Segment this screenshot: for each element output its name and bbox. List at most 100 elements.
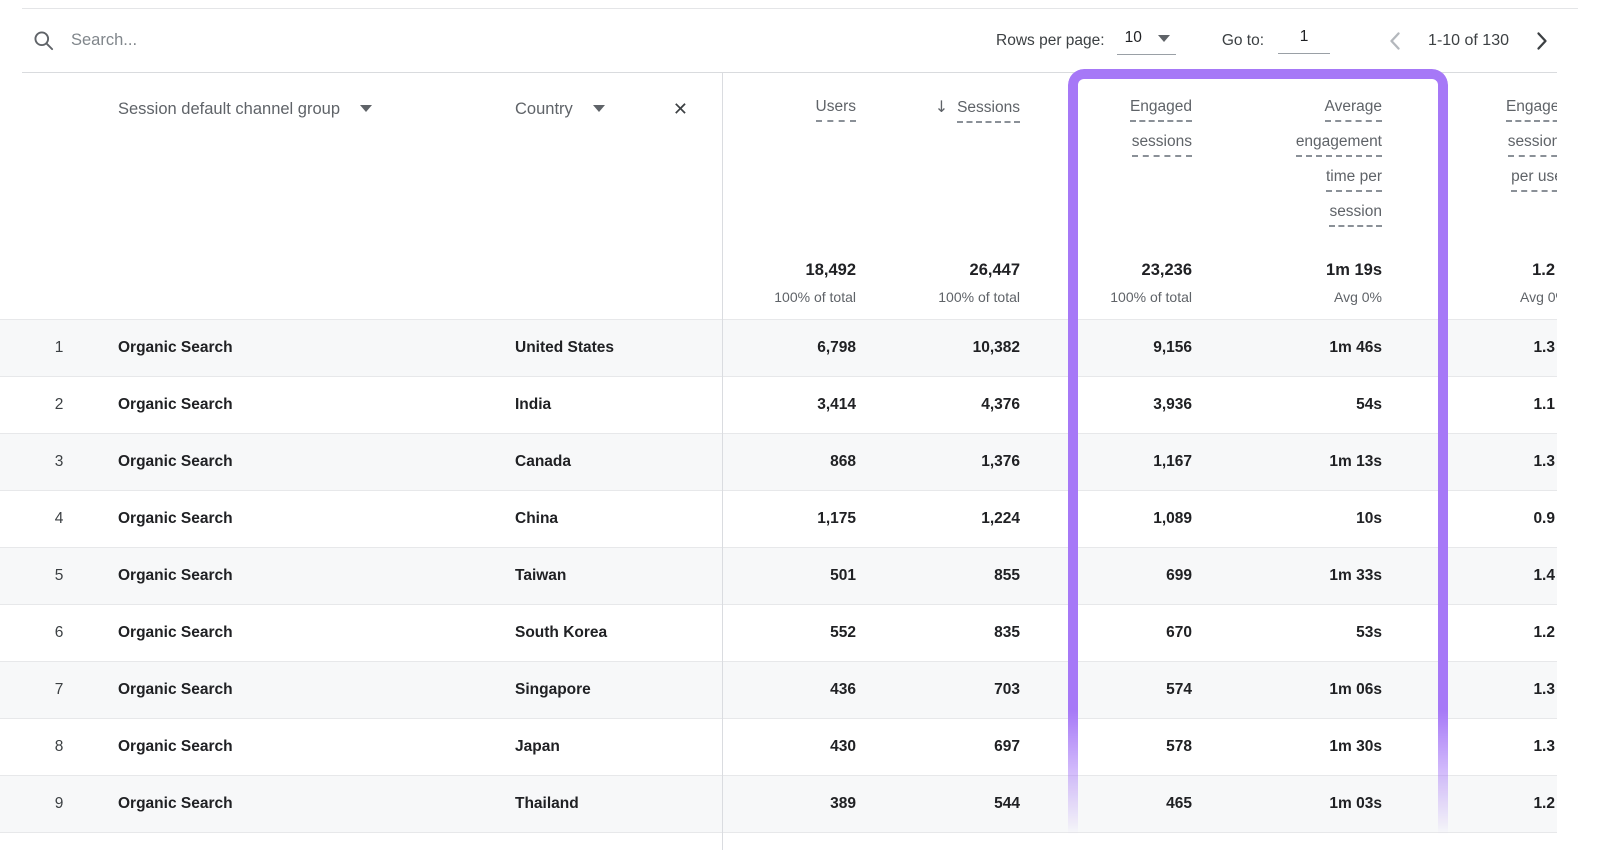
cell-sessions: 1,224: [876, 510, 1040, 528]
cell-engaged-sessions: 465: [1040, 795, 1216, 813]
cell-users: 868: [722, 453, 876, 471]
column-header-avg-engagement-time[interactable]: Average engagement time per session: [1216, 73, 1412, 237]
cell-avg-engagement-time: 1m 46s: [1216, 339, 1412, 357]
cell-engaged-per-user: 1.3: [1412, 681, 1557, 699]
close-icon[interactable]: ✕: [673, 99, 688, 119]
cell-sessions: 703: [876, 681, 1040, 699]
cell-users: 1,175: [722, 510, 876, 528]
users-header-label: Users: [816, 97, 856, 122]
search-input[interactable]: [71, 31, 471, 50]
table-row: 6 Organic Search South Korea 552 835 670…: [0, 604, 1557, 661]
cell-avg-engagement-time: 1m 03s: [1216, 795, 1412, 813]
channel-group-header-dropdown[interactable]: Session default channel group: [118, 73, 500, 237]
cell-avg-engagement-time: 1m 13s: [1216, 453, 1412, 471]
cell-engaged-sessions: 670: [1040, 624, 1216, 642]
index-column-header: [0, 73, 118, 237]
page-range: 1-10 of 130: [1428, 32, 1509, 50]
sessions-header-label: Sessions: [957, 98, 1020, 123]
cell-country: United States: [500, 339, 722, 357]
table-toolbar: Rows per page: 10 Go to: 1-10 of 130: [22, 9, 1557, 73]
cell-channel: Organic Search: [118, 681, 500, 699]
row-index: 3: [0, 453, 118, 471]
channel-group-header-label: Session default channel group: [118, 99, 340, 119]
cell-engaged-per-user: 0.9: [1412, 510, 1557, 528]
cell-engaged-sessions: 1,089: [1040, 510, 1216, 528]
cell-users: 430: [722, 738, 876, 756]
cell-sessions: 697: [876, 738, 1040, 756]
cell-channel: Organic Search: [118, 738, 500, 756]
caret-down-icon: [593, 105, 605, 112]
cell-country: Japan: [500, 738, 722, 756]
cell-engaged-per-user: 1.3: [1412, 339, 1557, 357]
chevron-right-icon: [1529, 29, 1553, 53]
cell-engaged-sessions: 1,167: [1040, 453, 1216, 471]
cell-country: Canada: [500, 453, 722, 471]
cell-users: 501: [722, 567, 876, 585]
table-row: 5 Organic Search Taiwan 501 855 699 1m 3…: [0, 547, 1557, 604]
cell-sessions: 1,376: [876, 453, 1040, 471]
cell-engaged-per-user: 1.4: [1412, 567, 1557, 585]
column-divider: [722, 73, 723, 850]
pager: 1-10 of 130: [1382, 27, 1555, 55]
row-index: 5: [0, 567, 118, 585]
table-row: 8 Organic Search Japan 430 697 578 1m 30…: [0, 718, 1557, 775]
table-row: 3 Organic Search Canada 868 1,376 1,167 …: [0, 433, 1557, 490]
column-header-users[interactable]: Users: [722, 73, 876, 237]
cell-sessions: 544: [876, 795, 1040, 813]
table-header: Session default channel group Country ✕ …: [0, 73, 1557, 319]
chevron-left-icon: [1384, 29, 1408, 53]
column-header-engaged-sessions-per-user[interactable]: Engaged sessions per user: [1412, 73, 1557, 237]
previous-page-button[interactable]: [1382, 27, 1410, 55]
cell-engaged-sessions: 3,936: [1040, 396, 1216, 414]
rows-per-page-dropdown[interactable]: 10: [1117, 27, 1176, 55]
go-to-label: Go to:: [1222, 32, 1264, 50]
row-index: 1: [0, 339, 118, 357]
cell-avg-engagement-time: 10s: [1216, 510, 1412, 528]
next-page-button[interactable]: [1527, 27, 1555, 55]
table-row: 9 Organic Search Thailand 389 544 465 1m…: [0, 775, 1557, 832]
row-index: 8: [0, 738, 118, 756]
cell-avg-engagement-time: 54s: [1216, 396, 1412, 414]
cell-users: 6,798: [722, 339, 876, 357]
table-row: 1 Organic Search United States 6,798 10,…: [0, 319, 1557, 376]
row-index: 4: [0, 510, 118, 528]
cell-engaged-sessions: 9,156: [1040, 339, 1216, 357]
column-header-sessions[interactable]: ↓Sessions: [876, 73, 1040, 237]
cell-sessions: 4,376: [876, 396, 1040, 414]
cell-channel: Organic Search: [118, 453, 500, 471]
total-sessions: 26,447 100% of total: [876, 261, 1040, 305]
analytics-table-page: Rows per page: 10 Go to: 1-10 of 130: [0, 0, 1600, 850]
caret-down-icon: [1158, 35, 1170, 42]
total-users: 18,492 100% of total: [722, 261, 876, 305]
cell-avg-engagement-time: 1m 30s: [1216, 738, 1412, 756]
cell-country: China: [500, 510, 722, 528]
cell-engaged-per-user: 1.3: [1412, 453, 1557, 471]
cell-country: Taiwan: [500, 567, 722, 585]
rows-per-page-label: Rows per page:: [996, 32, 1105, 50]
row-index: 9: [0, 795, 118, 813]
cell-avg-engagement-time: 1m 06s: [1216, 681, 1412, 699]
cell-channel: Organic Search: [118, 339, 500, 357]
cell-country: Thailand: [500, 795, 722, 813]
cell-sessions: 10,382: [876, 339, 1040, 357]
row-index: 7: [0, 681, 118, 699]
cell-sessions: 855: [876, 567, 1040, 585]
cell-users: 389: [722, 795, 876, 813]
cell-users: 552: [722, 624, 876, 642]
cell-country: South Korea: [500, 624, 722, 642]
cell-avg-engagement-time: 53s: [1216, 624, 1412, 642]
cell-channel: Organic Search: [118, 624, 500, 642]
country-header-dropdown[interactable]: Country ✕: [500, 73, 722, 237]
cell-engaged-per-user: 1.2: [1412, 795, 1557, 813]
go-to-page-input[interactable]: [1278, 28, 1330, 54]
column-header-engaged-sessions[interactable]: Engaged sessions: [1040, 73, 1216, 237]
table-row: 4 Organic Search China 1,175 1,224 1,089…: [0, 490, 1557, 547]
cell-country: Singapore: [500, 681, 722, 699]
cell-channel: Organic Search: [118, 567, 500, 585]
caret-down-icon: [360, 105, 372, 112]
totals-row: 18,492 100% of total 26,447 100% of tota…: [0, 261, 1557, 305]
search-bar: [22, 29, 996, 52]
cell-users: 3,414: [722, 396, 876, 414]
cell-engaged-per-user: 1.3: [1412, 738, 1557, 756]
total-engaged-sessions: 23,236 100% of total: [1040, 261, 1216, 305]
